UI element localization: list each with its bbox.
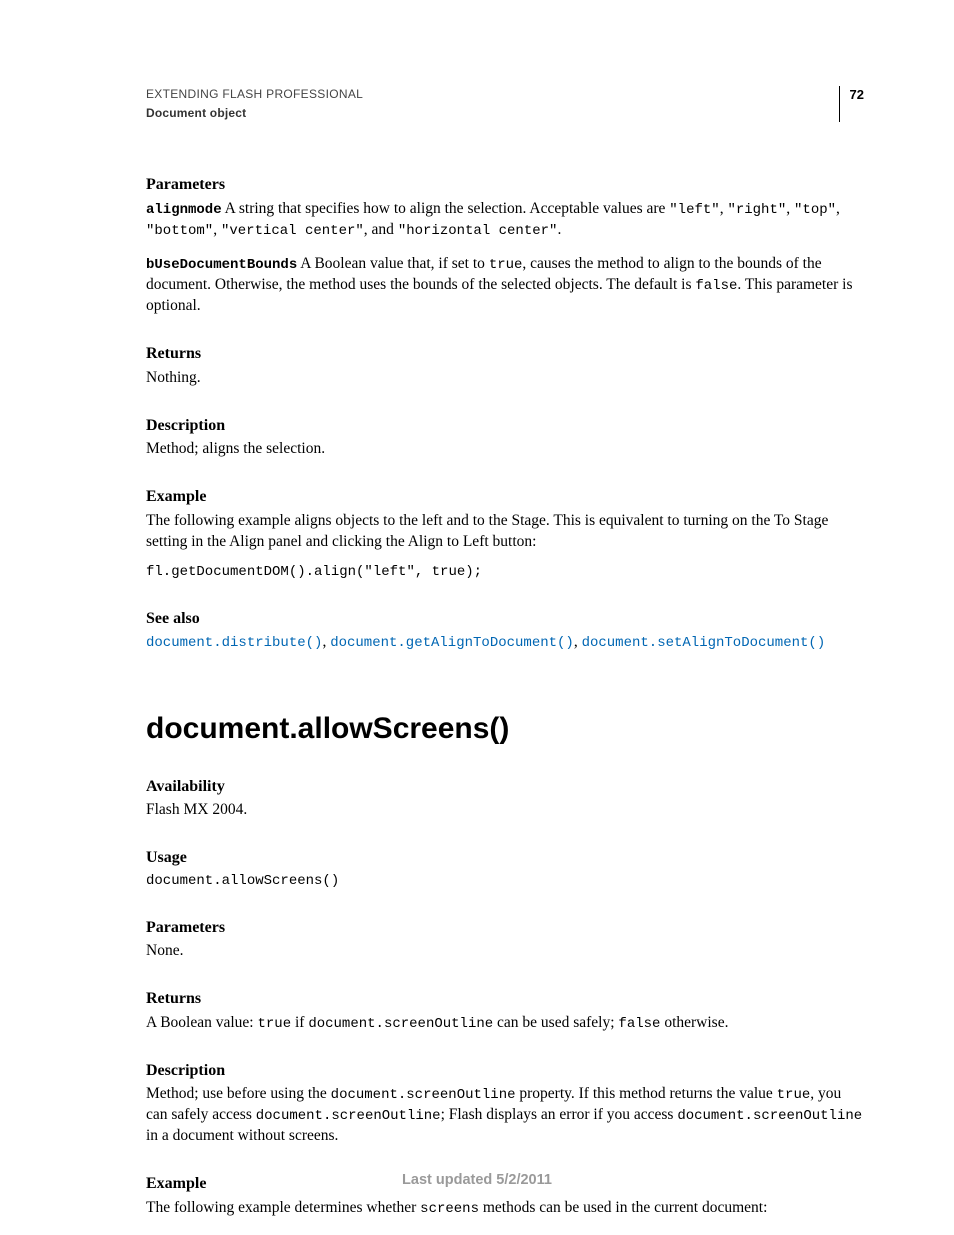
text: , xyxy=(213,221,221,238)
param-alignmode: alignmode A string that specifies how to… xyxy=(146,199,864,241)
text: . xyxy=(557,221,561,238)
text: otherwise. xyxy=(660,1014,728,1031)
text: A Boolean value: xyxy=(146,1014,258,1031)
heading-returns: Returns xyxy=(146,343,864,365)
parameters-body-2: None. xyxy=(146,941,864,962)
text: if xyxy=(291,1014,308,1031)
text: ; Flash displays an error if you access xyxy=(441,1106,678,1123)
param-name-busedocumentbounds: bUseDocumentBounds xyxy=(146,257,297,273)
heading-availability: Availability xyxy=(146,776,864,798)
value-true: true xyxy=(258,1016,292,1032)
code-document-screenoutline: document.screenOutline xyxy=(256,1108,441,1124)
code-screens: screens xyxy=(420,1201,479,1217)
heading-example: Example xyxy=(146,486,864,508)
link-document-setaligntodocument[interactable]: document.setAlignToDocument() xyxy=(582,635,826,651)
text: A string that specifies how to align the… xyxy=(222,200,670,217)
text: The following example determines whether xyxy=(146,1199,420,1216)
text: , xyxy=(574,633,582,650)
example-body: The following example aligns objects to … xyxy=(146,511,864,553)
text: methods can be used in the current docum… xyxy=(479,1199,767,1216)
text: A Boolean value that, if set to xyxy=(297,255,489,272)
page: EXTENDING FLASH PROFESSIONAL Document ob… xyxy=(0,0,954,1235)
heading-usage: Usage xyxy=(146,847,864,869)
returns-body-2: A Boolean value: true if document.screen… xyxy=(146,1013,864,1034)
heading-description: Description xyxy=(146,415,864,437)
page-number: 72 xyxy=(839,86,864,122)
text: Method; use before using the xyxy=(146,1085,331,1102)
description-body: Method; aligns the selection. xyxy=(146,439,864,460)
link-document-distribute[interactable]: document.distribute() xyxy=(146,635,322,651)
value-bottom: "bottom" xyxy=(146,223,213,239)
heading-parameters-2: Parameters xyxy=(146,917,864,939)
text: can be used safely; xyxy=(493,1014,618,1031)
availability-body: Flash MX 2004. xyxy=(146,800,864,821)
text: in a document without screens. xyxy=(146,1127,338,1144)
header-left-block: EXTENDING FLASH PROFESSIONAL Document ob… xyxy=(146,86,363,121)
heading-returns-2: Returns xyxy=(146,988,864,1010)
example-body-2: The following example determines whether… xyxy=(146,1198,864,1219)
heading-document-allowscreens: document.allowScreens() xyxy=(146,709,864,750)
heading-see-also: See also xyxy=(146,608,864,630)
param-busedocumentbounds: bUseDocumentBounds A Boolean value that,… xyxy=(146,254,864,317)
footer-last-updated: Last updated 5/2/2011 xyxy=(0,1171,954,1191)
value-horizontal-center: "horizontal center" xyxy=(398,223,558,239)
value-false: false xyxy=(618,1016,660,1032)
value-true: true xyxy=(489,257,523,273)
returns-body: Nothing. xyxy=(146,368,864,389)
usage-code: document.allowScreens() xyxy=(146,872,864,891)
value-true: true xyxy=(777,1087,811,1103)
heading-parameters: Parameters xyxy=(146,174,864,196)
text: property. If this method returns the val… xyxy=(516,1085,777,1102)
link-document-getaligntodocument[interactable]: document.getAlignToDocument() xyxy=(330,635,574,651)
value-vertical-center: "vertical center" xyxy=(221,223,364,239)
code-document-screenoutline: document.screenOutline xyxy=(331,1087,516,1103)
example-code: fl.getDocumentDOM().align("left", true); xyxy=(146,563,864,582)
value-right: "right" xyxy=(727,202,786,218)
header-subtitle: Document object xyxy=(146,105,363,121)
code-document-screenoutline: document.screenOutline xyxy=(677,1108,862,1124)
text: , xyxy=(836,200,840,217)
heading-description-2: Description xyxy=(146,1060,864,1082)
value-false: false xyxy=(695,278,737,294)
text: , xyxy=(786,200,794,217)
text: , and xyxy=(364,221,398,238)
header-title: EXTENDING FLASH PROFESSIONAL xyxy=(146,86,363,102)
page-header: EXTENDING FLASH PROFESSIONAL Document ob… xyxy=(146,86,864,122)
code-document-screenoutline: document.screenOutline xyxy=(308,1016,493,1032)
description-body-2: Method; use before using the document.sc… xyxy=(146,1084,864,1147)
value-left: "left" xyxy=(669,202,719,218)
see-also-links: document.distribute(), document.getAlign… xyxy=(146,632,864,653)
param-name-alignmode: alignmode xyxy=(146,202,222,218)
value-top: "top" xyxy=(794,202,836,218)
